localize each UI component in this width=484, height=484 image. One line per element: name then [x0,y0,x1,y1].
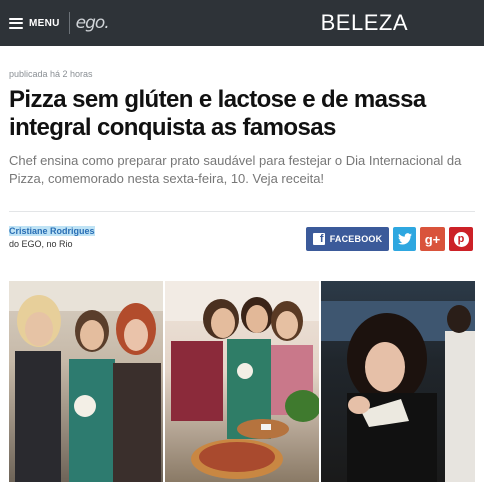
author-name[interactable]: Cristiane Rodrigues [9,226,95,236]
publish-time: publicada há 2 horas [9,69,93,79]
menu-button[interactable]: MENU [9,17,60,29]
pinterest-icon: p [453,231,469,247]
facebook-share-button[interactable]: f FACEBOOK [306,227,389,251]
photo-celebrities-2[interactable] [165,281,319,482]
facebook-label: FACEBOOK [329,234,383,244]
photo-1-illustration [9,281,163,482]
article-subtitle: Chef ensina como preparar prato saudável… [9,153,462,186]
hamburger-icon[interactable] [9,17,23,29]
twitter-share-button[interactable] [393,227,416,251]
top-bar: MENU ego. BELEZA [0,0,484,46]
twitter-icon [397,233,412,245]
googleplus-icon: g+ [424,231,441,247]
photo-collage [9,281,475,482]
section-title[interactable]: BELEZA [321,10,408,36]
ego-logo[interactable]: ego. [76,13,110,33]
googleplus-share-button[interactable]: g+ [420,227,445,251]
author-agency: do EGO, no Rio [9,239,73,249]
facebook-icon: f [312,233,325,245]
menu-label: MENU [29,17,60,29]
pinterest-share-button[interactable]: p [449,227,473,251]
article-title: Pizza sem glúten e lactose e de massa in… [9,86,426,141]
photo-3-illustration [321,301,475,482]
photo-2-illustration [165,281,319,479]
share-buttons: f FACEBOOK g+ p [306,227,473,251]
photo-celebrities-3[interactable] [321,281,475,482]
divider [68,12,70,34]
separator [9,211,475,212]
photo-celebrities-1[interactable] [9,281,163,482]
